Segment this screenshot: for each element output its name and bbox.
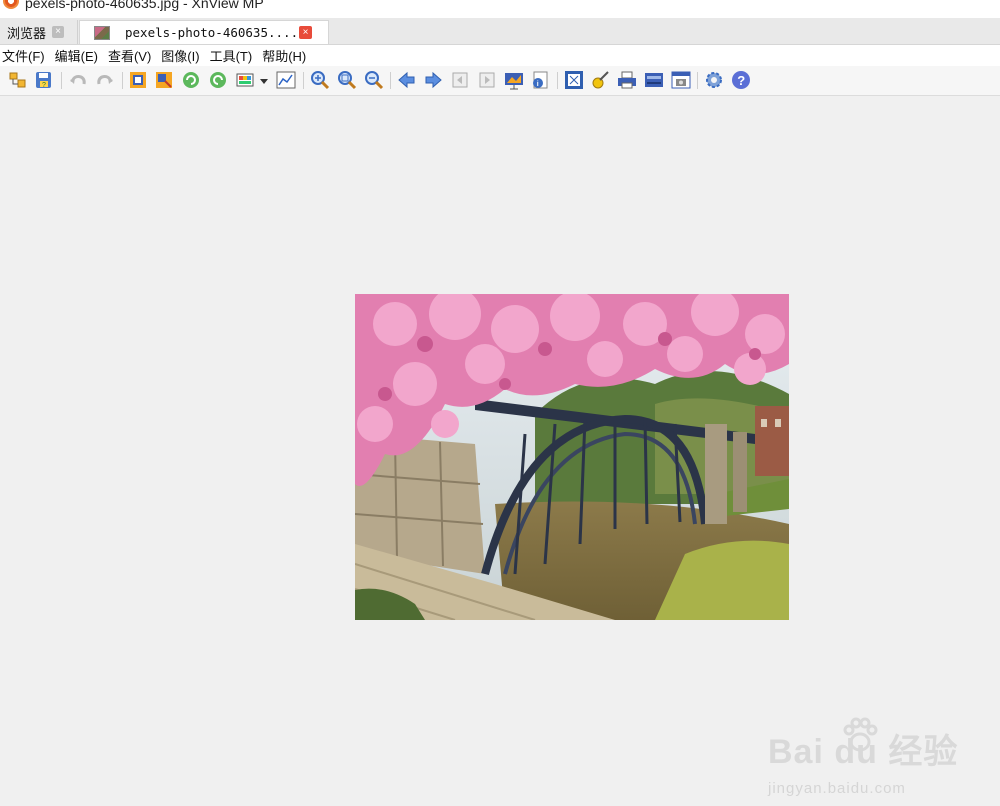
dropdown-arrow-icon[interactable] bbox=[258, 70, 270, 90]
crop-icon[interactable] bbox=[128, 70, 148, 90]
rotate-right-icon[interactable] bbox=[208, 70, 228, 90]
menu-bar: 文件(F) 编辑(E) 查看(V) 图像(I) 工具(T) 帮助(H) bbox=[0, 45, 1000, 66]
rotate-left-icon[interactable] bbox=[181, 70, 201, 90]
print-icon[interactable] bbox=[617, 70, 637, 90]
close-icon[interactable]: × bbox=[52, 26, 65, 38]
svg-text:?: ? bbox=[737, 73, 745, 88]
info-icon[interactable]: i bbox=[530, 70, 550, 90]
zoom-out-icon[interactable] bbox=[364, 70, 384, 90]
title-bar: pexels-photo-460635.jpg - XnView MP bbox=[0, 0, 1000, 18]
last-page-icon[interactable] bbox=[477, 70, 497, 90]
svg-text:i: i bbox=[537, 81, 539, 88]
tab-photo[interactable]: pexels-photo-460635.... × bbox=[79, 20, 329, 44]
tab-bar: 浏览器 × pexels-photo-460635.... × bbox=[0, 18, 1000, 45]
scanner-icon[interactable] bbox=[644, 70, 664, 90]
xnview-logo-icon bbox=[3, 0, 19, 9]
photo bbox=[355, 294, 789, 620]
tab-browser-label: 浏览器 bbox=[7, 25, 47, 41]
toolbar-separator bbox=[122, 72, 123, 89]
resize-icon[interactable] bbox=[154, 70, 174, 90]
zoom-in-icon[interactable] bbox=[310, 70, 330, 90]
toolbar-separator bbox=[303, 72, 304, 89]
slideshow-icon[interactable] bbox=[504, 70, 524, 90]
photo-canvas bbox=[355, 294, 789, 620]
browser-icon[interactable] bbox=[8, 70, 28, 90]
toolbar: ? i ? bbox=[0, 66, 1000, 96]
settings-icon[interactable] bbox=[704, 70, 724, 90]
menu-edit[interactable]: 编辑(E) bbox=[52, 46, 105, 65]
redo-icon[interactable] bbox=[95, 70, 115, 90]
toolbar-separator bbox=[61, 72, 62, 89]
save-icon[interactable]: ? bbox=[34, 70, 54, 90]
svg-text:?: ? bbox=[42, 82, 46, 89]
toolbar-separator bbox=[390, 72, 391, 89]
first-page-icon[interactable] bbox=[450, 70, 470, 90]
menu-tools[interactable]: 工具(T) bbox=[207, 46, 260, 65]
fullscreen-icon[interactable] bbox=[564, 70, 584, 90]
close-icon[interactable]: × bbox=[299, 26, 312, 39]
capture-icon[interactable] bbox=[671, 70, 691, 90]
watermark-url: jingyan.baidu.com bbox=[768, 780, 906, 797]
toolbar-separator bbox=[697, 72, 698, 89]
menu-help[interactable]: 帮助(H) bbox=[259, 46, 313, 65]
help-icon[interactable]: ? bbox=[731, 70, 751, 90]
zoom-fit-icon[interactable] bbox=[337, 70, 357, 90]
watermark-brand: Bai du 经验 bbox=[768, 733, 959, 771]
menu-view[interactable]: 查看(V) bbox=[105, 46, 158, 65]
tab-photo-label: pexels-photo-460635.... bbox=[125, 25, 299, 40]
color-adjust-icon[interactable] bbox=[235, 70, 255, 90]
image-viewer[interactable]: Bai du 经验 jingyan.baidu.com bbox=[0, 96, 1000, 797]
menu-file[interactable]: 文件(F) bbox=[0, 46, 52, 65]
window-title: pexels-photo-460635.jpg - XnView MP bbox=[25, 0, 264, 11]
menu-image[interactable]: 图像(I) bbox=[158, 46, 206, 65]
undo-icon[interactable] bbox=[68, 70, 88, 90]
histogram-icon[interactable] bbox=[276, 70, 296, 90]
previous-icon[interactable] bbox=[397, 70, 417, 90]
next-icon[interactable] bbox=[423, 70, 443, 90]
toolbar-separator bbox=[557, 72, 558, 89]
tab-browser[interactable]: 浏览器 × bbox=[0, 20, 78, 44]
edit-icon[interactable] bbox=[590, 70, 610, 90]
image-thumbnail-icon bbox=[94, 25, 110, 40]
